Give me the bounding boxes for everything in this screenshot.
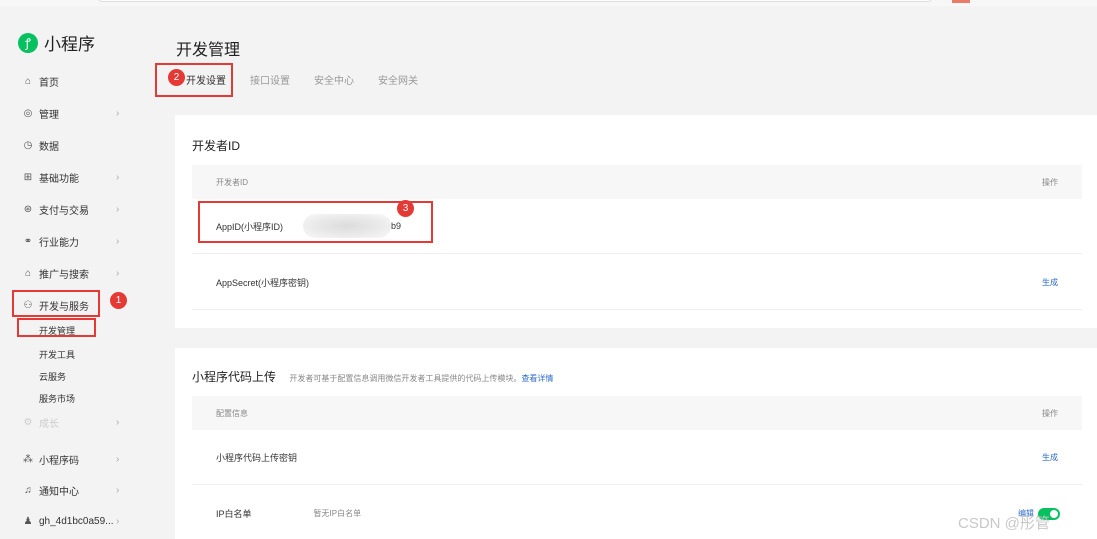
sidebar-item-account[interactable]: ♟ gh_4d1bc0a59... › [22, 511, 132, 531]
promote-icon: ⌂ [24, 267, 32, 279]
sidebar-item-manage[interactable]: ◎ 管理 › [22, 103, 132, 123]
chevron-right-icon: › [116, 107, 120, 119]
sidebar-item-label: 小程序码 [39, 455, 79, 467]
user-icon: ♟ [23, 515, 33, 527]
top-mark [952, 0, 970, 3]
sidebar-item-growth[interactable]: ⚙ 成长 › [22, 412, 132, 432]
sidebar-item-label: 首页 [39, 77, 59, 89]
sidebar-item-promote[interactable]: ⌂ 推广与搜索 › [22, 263, 132, 283]
sidebar-item-label: gh_4d1bc0a59... [39, 515, 114, 527]
sidebar-item-label: 管理 [39, 109, 59, 121]
col-operation: 操作 [1042, 177, 1058, 187]
table-row-ip-whitelist: IP白名单 暂无IP白名单 编辑 [192, 486, 1082, 539]
sidebar-item-label: 行业能力 [39, 237, 79, 249]
sidebar-item-home[interactable]: ⌂ 首页 [22, 71, 132, 91]
chevron-right-icon: › [116, 484, 120, 496]
chevron-right-icon: › [116, 171, 120, 183]
miniprogram-logo-icon: ꝭ [18, 32, 38, 53]
highlight-box-2 [155, 63, 233, 97]
sidebar-item-label: 支付与交易 [39, 205, 89, 217]
watermark: CSDN @彤管 [958, 515, 1050, 532]
chevron-right-icon: › [116, 416, 120, 428]
grid-icon: ⊞ [23, 171, 33, 183]
page-title: 开发管理 [176, 42, 241, 59]
chevron-right-icon: › [116, 203, 120, 215]
col-operation: 操作 [1042, 408, 1058, 418]
sidebar-subitem-dev-tools[interactable]: 开发工具 [39, 348, 75, 361]
appsecret-label: AppSecret(小程序密钥) [216, 277, 310, 288]
qrcode-icon: ⁂ [23, 453, 33, 465]
upload-key-label: 小程序代码上传密钥 [216, 452, 298, 463]
search-bar[interactable] [98, 0, 932, 2]
table-row-appsecret: AppSecret(小程序密钥) 生成 [192, 255, 1082, 310]
sidebar-subitem-cloud[interactable]: 云服务 [39, 370, 66, 383]
settings-icon: ◎ [23, 107, 33, 119]
brand-name: 小程序 [44, 35, 95, 54]
generate-key-link[interactable]: 生成 [1042, 452, 1058, 463]
tab-api-settings[interactable]: 接口设置 [250, 72, 290, 97]
step-badge-3: 3 [397, 200, 414, 217]
step-badge-1: 1 [110, 292, 127, 309]
col-config: 配置信息 [216, 408, 248, 418]
table-header: 开发者ID 操作 [192, 165, 1082, 199]
sidebar-item-label: 基础功能 [39, 173, 79, 185]
view-details-link[interactable]: 查看详情 [521, 374, 553, 383]
generate-secret-link[interactable]: 生成 [1042, 277, 1058, 288]
sidebar-subitem-market[interactable]: 服务市场 [39, 392, 75, 405]
sidebar-item-notice[interactable]: ♫ 通知中心 › [22, 480, 132, 500]
home-icon: ⌂ [24, 75, 32, 87]
table-header: 配置信息 操作 [192, 396, 1082, 430]
sidebar-item-label: 通知中心 [39, 486, 79, 498]
highlight-box-1 [12, 290, 100, 317]
top-bar [0, 0, 1097, 6]
col-dev-id: 开发者ID [216, 177, 248, 187]
sidebar-item-industry[interactable]: ⚭ 行业能力 › [22, 231, 132, 251]
brand[interactable]: ꝭ 小程序 [18, 30, 95, 55]
chevron-right-icon: › [116, 515, 120, 527]
card-title-row: 小程序代码上传 开发者可基于配置信息调用微信开发者工具提供的代码上传模块。查看详… [192, 368, 553, 385]
highlight-box-sub [17, 318, 96, 337]
growth-icon: ⚙ [23, 416, 33, 428]
tab-security-center[interactable]: 安全中心 [314, 72, 354, 97]
sidebar-item-payment[interactable]: ⊛ 支付与交易 › [22, 199, 132, 219]
step-badge-2: 2 [168, 69, 185, 86]
chevron-right-icon: › [116, 453, 120, 465]
payment-icon: ⊛ [23, 203, 33, 215]
tab-security-gateway[interactable]: 安全网关 [378, 72, 418, 97]
sidebar-item-label: 成长 [39, 418, 59, 430]
chevron-right-icon: › [116, 235, 120, 247]
sidebar-item-qrcode[interactable]: ⁂ 小程序码 › [22, 449, 132, 469]
table-row-upload-key: 小程序代码上传密钥 生成 [192, 430, 1082, 485]
sidebar-item-label: 数据 [39, 141, 59, 153]
clock-icon: ◷ [23, 139, 33, 151]
ip-whitelist-label: IP白名单 [216, 509, 252, 519]
bell-icon: ♫ [24, 484, 32, 496]
chevron-right-icon: › [116, 267, 120, 279]
industry-icon: ⚭ [23, 235, 33, 247]
sidebar-item-basic[interactable]: ⊞ 基础功能 › [22, 167, 132, 187]
sidebar-item-data[interactable]: ◷ 数据 [22, 135, 132, 155]
card-title: 开发者ID [192, 139, 241, 153]
ip-whitelist-hint: 暂无IP白名单 [313, 509, 362, 518]
upload-card: 小程序代码上传 开发者可基于配置信息调用微信开发者工具提供的代码上传模块。查看详… [175, 348, 1097, 539]
card-description: 开发者可基于配置信息调用微信开发者工具提供的代码上传模块。查看详情 [289, 374, 554, 383]
card-title: 小程序代码上传 [192, 370, 277, 384]
sidebar-item-label: 推广与搜索 [39, 269, 89, 281]
